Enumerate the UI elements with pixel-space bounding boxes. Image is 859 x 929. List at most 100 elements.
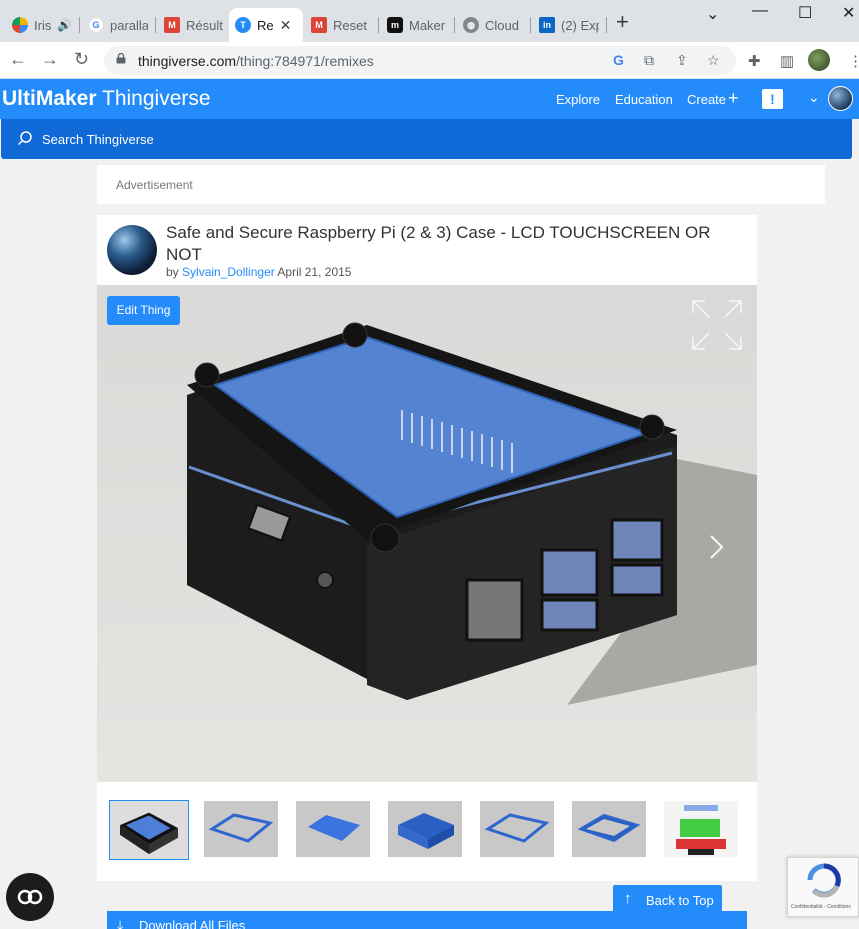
share-icon[interactable]: ⇪: [676, 52, 688, 69]
tab-reset[interactable]: M Reset: [305, 8, 377, 42]
extensions-puzzle-icon[interactable]: ✚: [748, 52, 761, 70]
arrow-up-icon: ↑: [624, 890, 632, 907]
site-logo[interactable]: UltiMaker Thingiverse: [2, 87, 211, 111]
thumbnail-strip: [109, 800, 749, 860]
download-icon: ⤓: [117, 917, 124, 929]
browser-menu-icon[interactable]: ⋮: [848, 52, 859, 70]
reload-icon[interactable]: ↻: [74, 50, 89, 68]
maximize-button[interactable]: ☐: [798, 3, 812, 23]
thumbnail-4[interactable]: [388, 801, 462, 857]
tab-title: Reset: [333, 17, 367, 33]
tab-iris[interactable]: Iris 🔊: [6, 8, 78, 42]
nav-create[interactable]: Create: [687, 92, 726, 107]
raspberry-pi-case-render: [187, 322, 757, 705]
tab-search-chevron-icon[interactable]: ⌄: [706, 4, 719, 24]
thumbnail-6[interactable]: [572, 801, 646, 857]
makerworld-icon: m: [387, 17, 403, 33]
browser-tab-bar: Iris 🔊 G paralla M Résult T Re ✕ M Reset…: [0, 0, 859, 42]
tab-thingiverse-active[interactable]: T Re ✕: [229, 8, 303, 42]
address-bar[interactable]: thingiverse.com/thing:784971/remixes G ⧉…: [104, 46, 736, 75]
url-path: /thing:784971/remixes: [236, 53, 374, 69]
tab-title: (2) Exp: [561, 17, 599, 33]
close-window-button[interactable]: ✕: [842, 3, 855, 23]
thing-byline: by Sylvain_Dollinger April 21, 2015: [166, 265, 351, 279]
url-domain: thingiverse.com: [138, 53, 237, 69]
google-icon: G: [88, 17, 104, 33]
tab-separator: [155, 17, 156, 33]
back-arrow-icon[interactable]: ←: [9, 50, 27, 68]
minimize-button[interactable]: —: [752, 2, 768, 20]
back-to-top-button[interactable]: ↑ Back to Top: [613, 885, 722, 916]
forward-arrow-icon[interactable]: →: [41, 50, 59, 68]
fullscreen-icon[interactable]: [691, 299, 743, 351]
cookie-consent-button[interactable]: [6, 873, 54, 921]
download-all-label: Download All Files: [139, 918, 246, 929]
user-avatar[interactable]: [828, 86, 853, 111]
tab-linkedin[interactable]: in (2) Exp: [533, 8, 605, 42]
thing-title: Safe and Secure Raspberry Pi (2 & 3) Cas…: [166, 223, 711, 264]
browser-toolbar: ← → ↻ thingiverse.com/thing:784971/remix…: [0, 42, 859, 79]
lock-icon: [116, 53, 126, 64]
author-link[interactable]: Sylvain_Dollinger: [182, 265, 275, 279]
tab-title: Cloud: [485, 17, 519, 33]
tab-title: Re: [257, 17, 274, 33]
tab-title: Iris: [34, 17, 52, 33]
search-input[interactable]: Search Thingiverse: [42, 132, 154, 147]
advertisement-slot: Advertisement: [97, 165, 825, 204]
back-to-top-label: Back to Top: [646, 893, 714, 908]
image-viewer[interactable]: Edit Thing: [97, 285, 757, 782]
tab-maker[interactable]: m Maker: [381, 8, 453, 42]
tab-resultats[interactable]: M Résult: [158, 8, 230, 42]
google-lens-icon[interactable]: G: [613, 52, 624, 68]
new-tab-button[interactable]: +: [616, 11, 629, 33]
thumbnail-3[interactable]: [296, 801, 370, 857]
thumbnail-2[interactable]: [204, 801, 278, 857]
gmail-icon: M: [311, 17, 327, 33]
brand-ultimaker: UltiMaker: [2, 87, 97, 110]
recaptcha-badge[interactable]: Confidentialité - Conditions: [787, 857, 859, 917]
nav-education[interactable]: Education: [615, 92, 673, 107]
speaker-icon[interactable]: 🔊: [57, 18, 72, 32]
thing-card: Safe and Secure Raspberry Pi (2 & 3) Cas…: [97, 215, 757, 881]
bookmark-star-icon[interactable]: ☆: [707, 52, 720, 69]
browser-profile-avatar[interactable]: [808, 49, 830, 71]
notification-alert-button[interactable]: !: [762, 89, 783, 109]
byline-prefix: by: [166, 265, 179, 279]
create-plus-icon[interactable]: +: [728, 88, 739, 109]
account-chevron-down-icon[interactable]: ⌄: [808, 89, 820, 106]
linkedin-icon: in: [539, 17, 555, 33]
thumbnail-1[interactable]: [109, 800, 189, 860]
tab-title: Maker: [409, 17, 446, 33]
globe-icon: ◍: [463, 17, 479, 33]
tab-title: Résult: [186, 17, 223, 33]
tab-separator: [530, 17, 531, 33]
edit-thing-button[interactable]: Edit Thing: [107, 296, 180, 325]
tab-paralla[interactable]: G paralla: [82, 8, 154, 42]
tab-separator: [606, 17, 607, 33]
thingiverse-icon: T: [235, 17, 251, 33]
advertisement-label: Advertisement: [116, 178, 193, 192]
nav-explore[interactable]: Explore: [556, 92, 600, 107]
recaptcha-icon: [807, 863, 841, 898]
publish-date: April 21, 2015: [277, 265, 352, 279]
site-header: UltiMaker Thingiverse Explore Education …: [0, 79, 859, 119]
recaptcha-terms-text[interactable]: Confidentialité - Conditions: [791, 904, 851, 910]
search-icon: [17, 131, 32, 146]
thumbnail-7[interactable]: [664, 801, 738, 857]
next-image-chevron-icon[interactable]: [705, 533, 727, 561]
tab-separator: [454, 17, 455, 33]
tab-cloud[interactable]: ◍ Cloud: [457, 8, 529, 42]
tab-separator: [79, 17, 80, 33]
author-avatar[interactable]: [107, 225, 157, 275]
search-bar[interactable]: Search Thingiverse: [1, 119, 852, 159]
tab-title: paralla: [110, 17, 148, 33]
iris-icon: [12, 17, 28, 33]
brand-thingiverse: Thingiverse: [102, 87, 211, 110]
translate-icon[interactable]: ⧉: [644, 52, 654, 69]
thumbnail-5[interactable]: [480, 801, 554, 857]
side-panel-icon[interactable]: ▥: [780, 52, 794, 70]
url-text: thingiverse.com/thing:784971/remixes: [138, 53, 374, 69]
consent-link-icon: [17, 889, 43, 905]
tab-separator: [378, 17, 379, 33]
close-tab-icon[interactable]: ✕: [280, 17, 292, 34]
